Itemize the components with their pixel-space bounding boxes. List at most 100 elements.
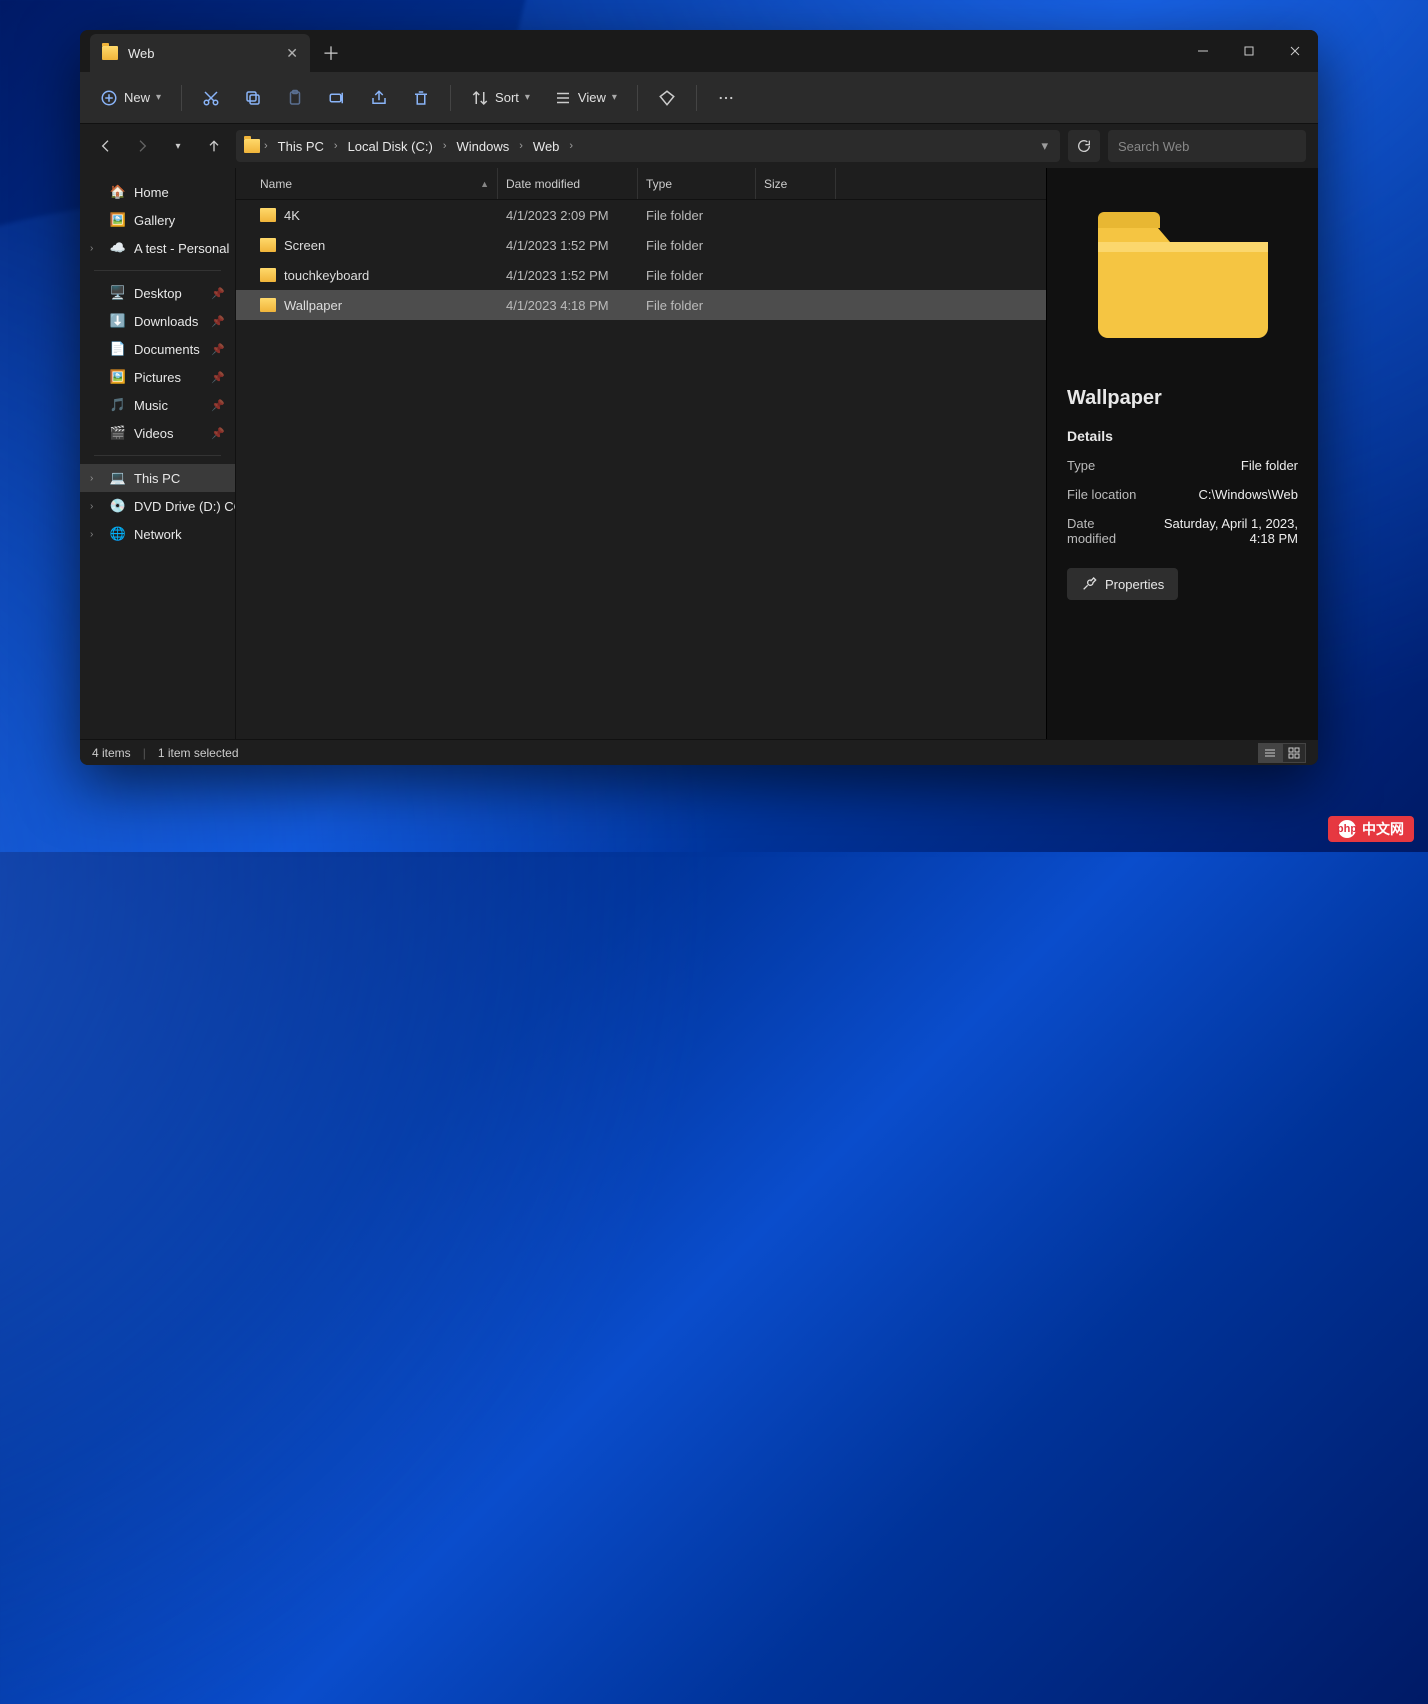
divider [94, 270, 221, 271]
downloads-icon: ⬇️ [110, 313, 126, 329]
breadcrumb-item[interactable]: Windows [451, 135, 516, 158]
chevron-down-icon: ▾ [525, 92, 530, 103]
sidebar-item-this-pc[interactable]: › 💻 This PC [80, 464, 235, 492]
sidebar-item-downloads[interactable]: ⬇️ Downloads 📌 [80, 307, 235, 335]
detail-key: Type [1067, 458, 1095, 473]
folder-icon [260, 208, 276, 222]
sidebar-item-gallery[interactable]: 🖼️ Gallery [80, 206, 235, 234]
sidebar-item-label: Gallery [134, 213, 175, 228]
sidebar-item-home[interactable]: 🏠 Home [80, 178, 235, 206]
sidebar-item-desktop[interactable]: 🖥️ Desktop 📌 [80, 279, 235, 307]
content: Name ▲ Date modified Type Size 4K4/1/202… [236, 168, 1318, 739]
column-name[interactable]: Name ▲ [252, 168, 498, 199]
breadcrumb[interactable]: › This PC › Local Disk (C:) › Windows › … [236, 130, 1060, 162]
file-name: 4K [284, 208, 300, 223]
file-date: 4/1/2023 4:18 PM [498, 298, 638, 313]
close-window-button[interactable] [1272, 30, 1318, 72]
toolbar: New ▾ Sort ▾ View ▾ [80, 72, 1318, 124]
search-input[interactable] [1118, 139, 1294, 154]
filter-button[interactable] [648, 83, 686, 113]
detail-row: Type File folder [1067, 458, 1298, 473]
rename-button[interactable] [318, 83, 356, 113]
detail-row: Date modified Saturday, April 1, 2023, 4… [1067, 516, 1298, 546]
pin-icon: 📌 [211, 427, 225, 440]
pin-icon: 📌 [211, 287, 225, 300]
recent-button[interactable]: ▾ [164, 132, 192, 160]
status-selected: 1 item selected [158, 746, 239, 760]
delete-button[interactable] [402, 83, 440, 113]
chevron-down-icon: ▾ [175, 141, 180, 152]
chevron-right-icon[interactable]: › [90, 243, 93, 254]
column-type[interactable]: Type [638, 168, 756, 199]
column-size[interactable]: Size [756, 168, 836, 199]
detail-key: File location [1067, 487, 1136, 502]
file-row[interactable]: 4K4/1/2023 2:09 PMFile folder [236, 200, 1046, 230]
chevron-right-icon[interactable]: › [90, 473, 93, 484]
gallery-icon: 🖼️ [110, 212, 126, 228]
details-title: Wallpaper [1067, 387, 1298, 410]
tab-web[interactable]: Web ✕ [90, 34, 310, 72]
sidebar-item-network[interactable]: › 🌐 Network [80, 520, 235, 548]
maximize-button[interactable] [1226, 30, 1272, 72]
sidebar-item-label: Music [134, 398, 168, 413]
share-button[interactable] [360, 83, 398, 113]
details-view-button[interactable] [1258, 743, 1282, 763]
breadcrumb-item[interactable]: Web [527, 135, 566, 158]
sidebar-item-videos[interactable]: 🎬 Videos 📌 [80, 419, 235, 447]
properties-label: Properties [1105, 577, 1164, 592]
new-button[interactable]: New ▾ [90, 83, 171, 113]
sidebar-item-label: Network [134, 527, 182, 542]
folder-icon [244, 138, 260, 154]
chevron-right-icon[interactable]: › [90, 501, 93, 512]
file-row[interactable]: Screen4/1/2023 1:52 PMFile folder [236, 230, 1046, 260]
chevron-right-icon[interactable]: › [90, 529, 93, 540]
column-date[interactable]: Date modified [498, 168, 638, 199]
file-row[interactable]: touchkeyboard4/1/2023 1:52 PMFile folder [236, 260, 1046, 290]
breadcrumb-dropdown[interactable]: ▾ [1037, 134, 1052, 158]
pictures-icon: 🖼️ [110, 369, 126, 385]
view-button[interactable]: View ▾ [544, 83, 627, 113]
sidebar-item-pictures[interactable]: 🖼️ Pictures 📌 [80, 363, 235, 391]
sort-button[interactable]: Sort ▾ [461, 83, 540, 113]
file-date: 4/1/2023 1:52 PM [498, 268, 638, 283]
forward-button[interactable] [128, 132, 156, 160]
thumbnails-view-button[interactable] [1282, 743, 1306, 763]
close-tab-icon[interactable]: ✕ [286, 45, 298, 62]
chevron-right-icon: › [517, 140, 525, 152]
sidebar-item-music[interactable]: 🎵 Music 📌 [80, 391, 235, 419]
file-name: Wallpaper [284, 298, 342, 313]
sidebar-item-documents[interactable]: 📄 Documents 📌 [80, 335, 235, 363]
copy-button[interactable] [234, 83, 272, 113]
breadcrumb-item[interactable]: This PC [272, 135, 330, 158]
properties-button[interactable]: Properties [1067, 568, 1178, 600]
up-button[interactable] [200, 132, 228, 160]
folder-icon [260, 238, 276, 252]
sort-indicator-icon: ▲ [480, 179, 489, 189]
sidebar-item-label: A test - Personal [134, 241, 229, 256]
chevron-right-icon: › [441, 140, 449, 152]
file-rows: 4K4/1/2023 2:09 PMFile folderScreen4/1/2… [236, 200, 1046, 739]
sidebar-item-onedrive[interactable]: › ☁️ A test - Personal [80, 234, 235, 262]
refresh-button[interactable] [1068, 130, 1100, 162]
new-tab-button[interactable]: ＋ [314, 36, 348, 70]
file-date: 4/1/2023 1:52 PM [498, 238, 638, 253]
sidebar-item-dvd[interactable]: › 💿 DVD Drive (D:) CCC [80, 492, 235, 520]
network-icon: 🌐 [110, 526, 126, 542]
status-items: 4 items [92, 746, 131, 760]
breadcrumb-item[interactable]: Local Disk (C:) [342, 135, 439, 158]
paste-button[interactable] [276, 83, 314, 113]
documents-icon: 📄 [110, 341, 126, 357]
cut-button[interactable] [192, 83, 230, 113]
folder-icon [260, 268, 276, 282]
file-row[interactable]: Wallpaper 4/1/2023 4:18 PMFile folder [236, 290, 1046, 320]
more-button[interactable] [707, 83, 745, 113]
file-type: File folder [638, 298, 756, 313]
back-button[interactable] [92, 132, 120, 160]
watermark-text: 中文网 [1362, 819, 1404, 839]
detail-value: File folder [1241, 458, 1298, 473]
pin-icon: 📌 [211, 315, 225, 328]
column-headers: Name ▲ Date modified Type Size [236, 168, 1046, 200]
minimize-button[interactable] [1180, 30, 1226, 72]
file-type: File folder [638, 208, 756, 223]
search-box[interactable] [1108, 130, 1306, 162]
